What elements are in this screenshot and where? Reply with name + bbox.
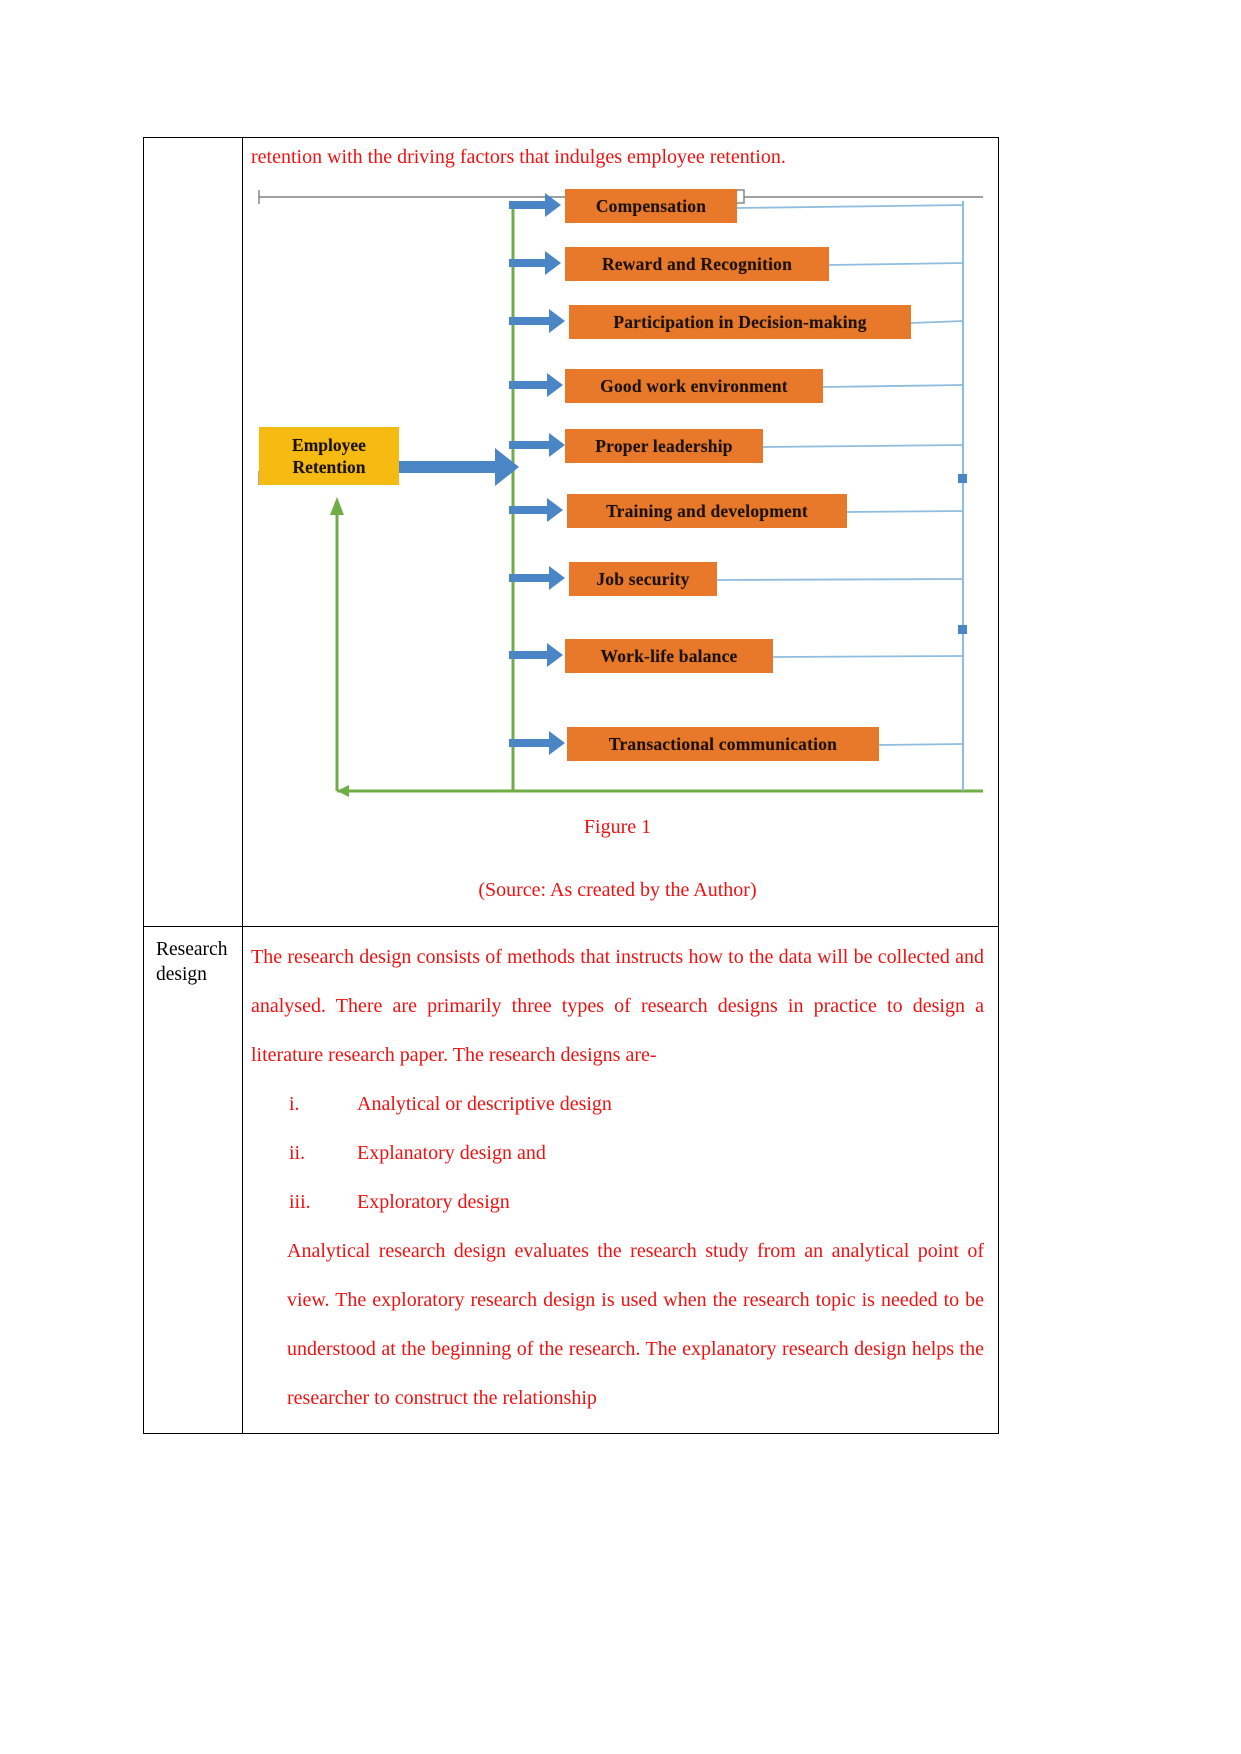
- node-participation-in-decision-making: Participation in Decision-making: [569, 305, 911, 339]
- main-arrow-icon: [399, 448, 519, 486]
- content-table: retention with the driving factors that …: [143, 137, 999, 1434]
- list-item: iii. Exploratory design: [251, 1178, 984, 1227]
- figure-source: (Source: As created by the Author): [478, 879, 757, 901]
- node-employee-retention: Employee Retention: [259, 427, 399, 485]
- node-job-security: Job security: [569, 562, 717, 596]
- figure-caption: Figure 1: [583, 816, 652, 838]
- research-design-label: Research design: [144, 927, 242, 994]
- list-item-label: Explanatory design and: [357, 1142, 546, 1164]
- list-item-number: ii.: [289, 1142, 306, 1164]
- node-work-life-balance: Work-life balance: [565, 639, 773, 673]
- research-design-paragraph: The research design consists of methods …: [251, 946, 984, 1066]
- list-item-label: Analytical or descriptive design: [357, 1093, 612, 1115]
- research-design-body: The research design consists of methods …: [243, 927, 998, 1433]
- research-design-label-cell: Research design: [143, 926, 243, 1434]
- research-design-list: i. Analytical or descriptive design ii. Ex…: [251, 1080, 984, 1227]
- node-good-work-environment: Good work environment: [565, 369, 823, 403]
- node-compensation: Compensation: [565, 189, 737, 223]
- node-training-and-development: Training and development: [567, 494, 847, 528]
- figure-row-body-cell: retention with the driving factors that …: [242, 137, 999, 927]
- arrow-icons: [509, 193, 565, 755]
- list-item-label: Exploratory design: [357, 1191, 510, 1213]
- node-transactional-communication: Transactional communication: [567, 727, 879, 761]
- node-employee-retention-line1: Employee: [292, 434, 366, 455]
- document-page: retention with the driving factors that …: [0, 0, 1241, 1754]
- list-item: ii. Explanatory design and: [251, 1129, 984, 1178]
- table-row-figure: retention with the driving factors that …: [143, 137, 999, 927]
- research-design-label-line2: design: [156, 964, 207, 986]
- research-design-label-line1: Research: [156, 939, 228, 960]
- research-design-body-cell: The research design consists of methods …: [242, 926, 999, 1434]
- list-item-number: i.: [289, 1093, 300, 1115]
- table-row-research-design: Research design The research design cons…: [143, 926, 999, 1434]
- retention-diagram: Employee Retention Compensation Reward a…: [251, 175, 984, 800]
- figure-row-body: retention with the driving factors that …: [243, 138, 998, 926]
- node-proper-leadership: Proper leadership: [565, 429, 763, 463]
- list-item: i. Analytical or descriptive design: [251, 1080, 984, 1129]
- figure-row-label: [144, 138, 242, 179]
- list-item-number: iii.: [289, 1191, 311, 1213]
- intro-paragraph: retention with the driving factors that …: [251, 146, 786, 168]
- research-design-closing-paragraph: Analytical research design evaluates the…: [287, 1240, 984, 1409]
- node-reward-and-recognition: Reward and Recognition: [565, 247, 829, 281]
- node-employee-retention-line2: Retention: [292, 457, 366, 477]
- figure-row-label-cell: [143, 137, 243, 927]
